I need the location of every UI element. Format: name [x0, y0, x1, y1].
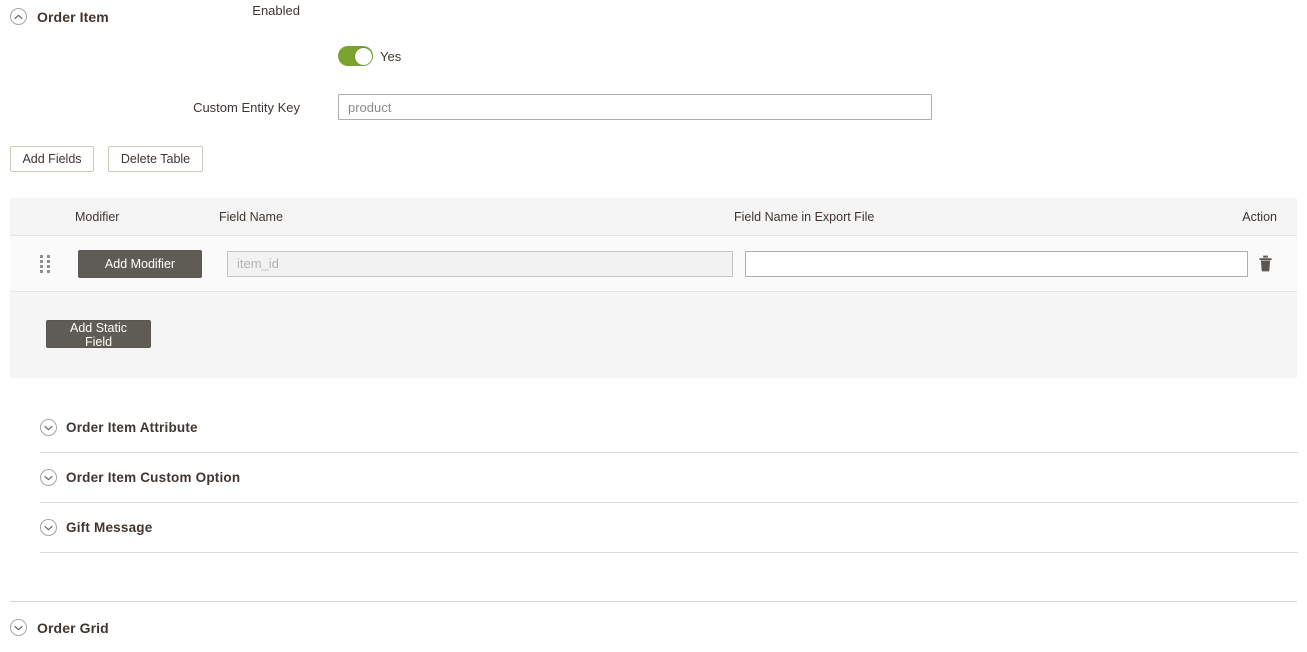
- sub-section-gift-message[interactable]: Gift Message: [40, 503, 1298, 553]
- section-title-order-grid: Order Grid: [37, 619, 109, 636]
- add-static-field-button[interactable]: Add Static Field: [46, 320, 151, 349]
- sub-section-label: Order Item Attribute: [66, 420, 198, 435]
- add-fields-button[interactable]: Add Fields: [10, 146, 94, 172]
- table-row: Add Modifier: [10, 236, 1297, 292]
- chevron-down-circle-icon: [10, 619, 27, 636]
- chevron-down-circle-icon: [40, 519, 57, 536]
- field-name-input[interactable]: [227, 250, 733, 277]
- page-root: Order Item Enabled Yes Custom Entity Key…: [0, 0, 1307, 652]
- column-header-field-name: Field Name: [219, 210, 283, 224]
- sub-section-label: Order Item Custom Option: [66, 470, 241, 485]
- column-header-export-file-name: Field Name in Export File: [734, 210, 875, 224]
- column-header-action: Action: [1242, 210, 1277, 224]
- toggle-knob: [354, 47, 372, 65]
- drag-dots-icon[interactable]: [40, 254, 50, 273]
- delete-row-button[interactable]: [1256, 254, 1274, 274]
- fields-table: Modifier Field Name Field Name in Export…: [10, 198, 1297, 378]
- enabled-value-text: Yes: [380, 49, 402, 64]
- export-field-name-input[interactable]: [745, 250, 1248, 277]
- add-modifier-button[interactable]: Add Modifier: [78, 249, 202, 278]
- section-header-order-grid[interactable]: Order Grid: [10, 619, 109, 636]
- custom-entity-key-input[interactable]: [338, 94, 932, 120]
- chevron-down-circle-icon: [40, 419, 57, 436]
- section-header-order-item[interactable]: Order Item: [10, 8, 109, 25]
- sub-section-order-item-custom-option[interactable]: Order Item Custom Option: [40, 453, 1298, 503]
- section-divider: [10, 601, 1297, 602]
- sub-section-order-item-attribute[interactable]: Order Item Attribute: [40, 403, 1298, 453]
- table-footer: Add Static Field: [10, 292, 1297, 377]
- column-header-modifier: Modifier: [75, 210, 120, 224]
- sub-section-label: Gift Message: [66, 520, 153, 535]
- custom-entity-key-label: Custom Entity Key: [193, 100, 300, 115]
- table-header-row: Modifier Field Name Field Name in Export…: [10, 198, 1297, 236]
- chevron-down-circle-icon: [40, 469, 57, 486]
- enabled-label: Enabled: [252, 3, 300, 18]
- page-title: Order Item: [37, 8, 109, 25]
- chevron-up-circle-icon: [10, 8, 27, 25]
- delete-table-button[interactable]: Delete Table: [108, 146, 203, 172]
- enabled-toggle[interactable]: [338, 46, 373, 66]
- trash-icon: [1258, 255, 1272, 272]
